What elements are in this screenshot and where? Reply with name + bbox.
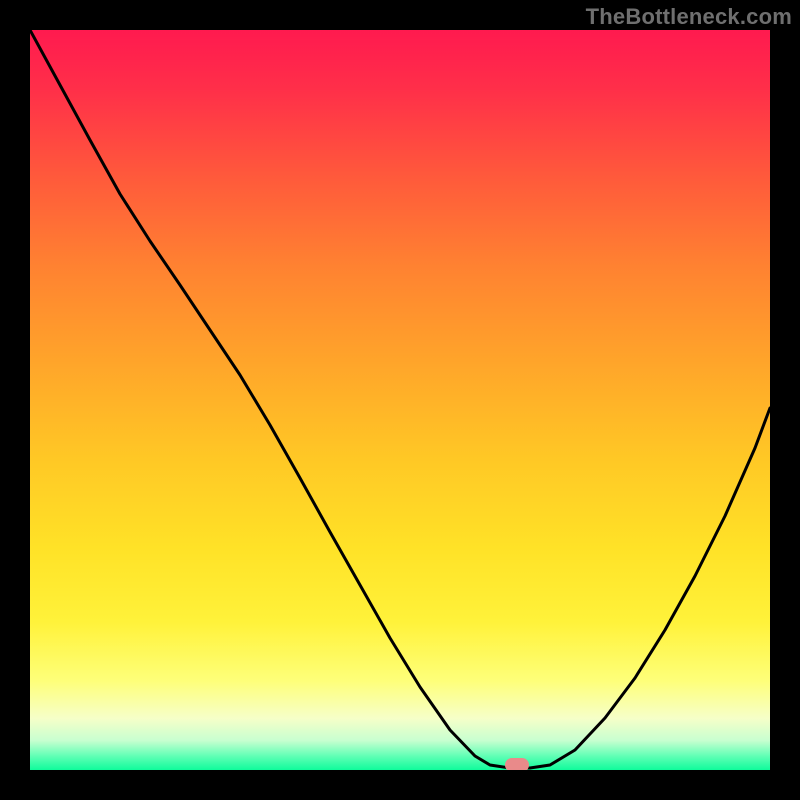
bottleneck-curve <box>30 30 770 770</box>
optimal-point-marker <box>505 758 529 770</box>
watermark-text: TheBottleneck.com <box>586 4 792 30</box>
chart-frame: TheBottleneck.com <box>0 0 800 800</box>
plot-area <box>30 30 770 770</box>
